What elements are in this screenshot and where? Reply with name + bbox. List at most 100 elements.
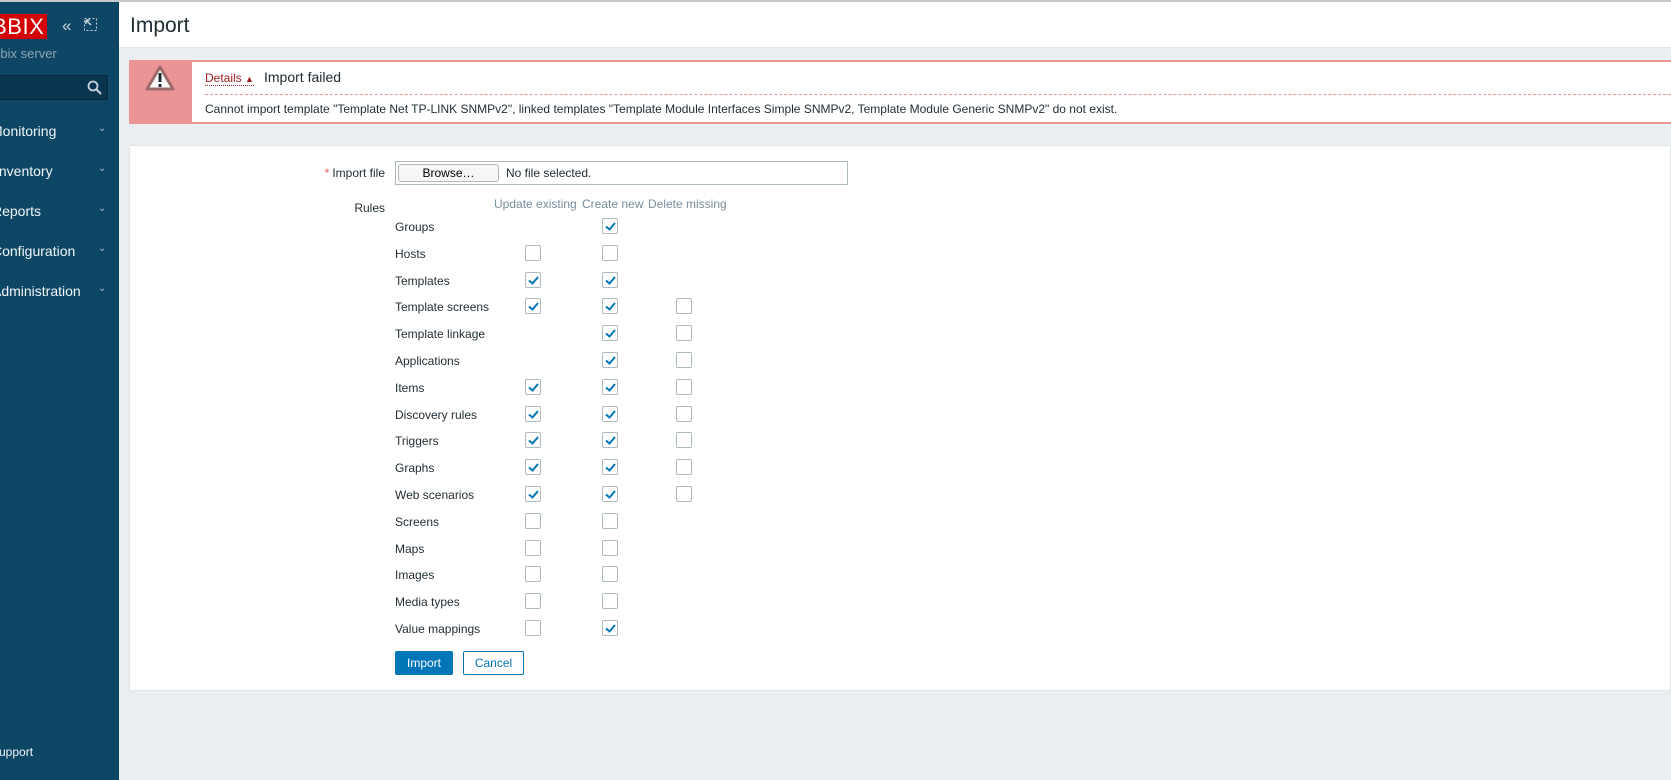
file-status: No file selected. bbox=[506, 166, 592, 180]
checkmark-icon bbox=[605, 490, 616, 499]
rule-label: Media types bbox=[395, 595, 460, 610]
checkbox-create[interactable] bbox=[602, 244, 618, 261]
checkbox-delete[interactable] bbox=[676, 405, 692, 422]
browse-button[interactable]: Browse… bbox=[398, 164, 499, 182]
rule-label: Images bbox=[395, 568, 435, 583]
zabbix-logo[interactable]: ZABBIX bbox=[0, 14, 48, 39]
checkbox-delete[interactable] bbox=[676, 325, 692, 342]
checkbox-update[interactable] bbox=[525, 566, 541, 583]
checkbox-delete[interactable] bbox=[676, 459, 692, 476]
search-input[interactable] bbox=[0, 75, 108, 100]
import-file-input[interactable]: Browse… No file selected. bbox=[395, 161, 848, 185]
checkmark-icon bbox=[605, 624, 616, 633]
menu-configuration[interactable]: Configuration ⌄ bbox=[0, 243, 112, 259]
checkmark-icon bbox=[528, 436, 539, 446]
checkmark-icon bbox=[605, 329, 616, 339]
menu-inventory[interactable]: Inventory ⌄ bbox=[0, 163, 115, 179]
rule-label: Groups bbox=[395, 220, 435, 234]
checkbox-create[interactable] bbox=[602, 566, 618, 583]
checkmark-icon bbox=[605, 356, 616, 365]
checkbox-update[interactable] bbox=[525, 459, 541, 476]
checkbox-update[interactable] bbox=[525, 271, 541, 288]
import-file-label-text: Import file bbox=[332, 166, 385, 180]
column-update-existing: Update existing bbox=[494, 197, 577, 211]
menu-label: Configuration bbox=[0, 243, 76, 259]
checkbox-create[interactable] bbox=[602, 539, 618, 556]
alert-title: Import failed bbox=[264, 69, 342, 85]
checkbox-create[interactable] bbox=[602, 325, 618, 342]
checkmark-icon bbox=[605, 302, 616, 312]
checkbox-update[interactable] bbox=[525, 298, 541, 315]
top-border bbox=[0, 0, 1671, 2]
menu-reports[interactable]: Reports ⌄ bbox=[0, 203, 112, 219]
rule-label: Hosts bbox=[395, 246, 426, 261]
server-name: Zabbix server bbox=[0, 46, 57, 61]
checkbox-update[interactable] bbox=[525, 593, 541, 610]
checkbox-create[interactable] bbox=[602, 352, 618, 368]
checkbox-create[interactable] bbox=[602, 218, 618, 234]
menu-label: Inventory bbox=[0, 163, 53, 179]
details-label: Details bbox=[205, 71, 242, 85]
checkbox-update[interactable] bbox=[525, 244, 541, 261]
rule-label: Web scenarios bbox=[395, 488, 475, 502]
support-link[interactable]: Support bbox=[0, 745, 33, 759]
search-icon[interactable] bbox=[87, 80, 102, 95]
checkbox-delete[interactable] bbox=[676, 352, 692, 368]
alert-detail-message: Cannot import template "Template Net TP-… bbox=[205, 102, 1118, 116]
checkbox-update[interactable] bbox=[525, 378, 541, 395]
rule-label: Applications bbox=[395, 354, 460, 368]
menu-administration[interactable]: Administration ⌄ bbox=[0, 283, 112, 299]
menu-monitoring[interactable]: Monitoring ⌄ bbox=[0, 123, 111, 139]
rule-label: Value mappings bbox=[395, 622, 481, 636]
checkmark-icon bbox=[605, 275, 616, 285]
kiosk-mode-icon[interactable] bbox=[84, 17, 97, 35]
checkmark-icon bbox=[528, 302, 539, 312]
checkbox-create[interactable] bbox=[602, 405, 618, 422]
required-asterisk: * bbox=[324, 166, 330, 180]
checkbox-create[interactable] bbox=[602, 271, 618, 288]
checkbox-create[interactable] bbox=[602, 620, 618, 636]
checkbox-update[interactable] bbox=[525, 512, 541, 529]
sidebar: ZABBIX « Zabbix server Monitoring ⌄ Inven… bbox=[0, 0, 119, 780]
checkbox-update[interactable] bbox=[525, 486, 541, 502]
menu-label: Reports bbox=[0, 203, 42, 219]
details-toggle[interactable]: Details ▲ bbox=[205, 71, 254, 86]
cancel-button[interactable]: Cancel bbox=[463, 651, 524, 675]
rule-label: Template linkage bbox=[395, 327, 486, 342]
chevron-down-icon: ⌄ bbox=[98, 163, 107, 174]
checkbox-delete[interactable] bbox=[676, 432, 692, 449]
collapse-sidebar-icon[interactable]: « bbox=[62, 17, 71, 35]
page-title: Import bbox=[130, 14, 190, 37]
checkbox-update[interactable] bbox=[525, 405, 541, 422]
checkbox-create[interactable] bbox=[602, 593, 618, 610]
rule-label: Triggers bbox=[395, 434, 439, 449]
checkbox-delete[interactable] bbox=[676, 486, 692, 502]
triangle-up-icon: ▲ bbox=[245, 74, 254, 84]
checkbox-create[interactable] bbox=[602, 486, 618, 502]
checkmark-icon bbox=[605, 222, 616, 231]
checkmark-icon bbox=[605, 436, 616, 446]
rule-label: Templates bbox=[395, 273, 450, 288]
checkbox-delete[interactable] bbox=[676, 378, 692, 395]
checkbox-update[interactable] bbox=[525, 432, 541, 449]
rule-label: Maps bbox=[395, 541, 425, 556]
import-button[interactable]: Import bbox=[395, 651, 453, 675]
checkbox-create[interactable] bbox=[602, 459, 618, 476]
checkbox-delete[interactable] bbox=[676, 298, 692, 315]
menu-label: Administration bbox=[0, 283, 81, 299]
import-form bbox=[129, 145, 1671, 691]
divider bbox=[205, 94, 1671, 95]
checkmark-icon bbox=[528, 490, 539, 499]
checkbox-update[interactable] bbox=[525, 620, 541, 636]
rule-label: Items bbox=[395, 380, 425, 395]
checkbox-create[interactable] bbox=[602, 298, 618, 315]
checkbox-create[interactable] bbox=[602, 512, 618, 529]
checkmark-icon bbox=[605, 409, 616, 419]
checkmark-icon bbox=[605, 463, 616, 473]
rule-label: Template screens bbox=[395, 300, 490, 315]
warning-icon bbox=[145, 65, 175, 91]
chevron-down-icon: ⌄ bbox=[98, 283, 107, 294]
checkbox-update[interactable] bbox=[525, 539, 541, 556]
checkbox-create[interactable] bbox=[602, 378, 618, 395]
checkbox-create[interactable] bbox=[602, 432, 618, 449]
